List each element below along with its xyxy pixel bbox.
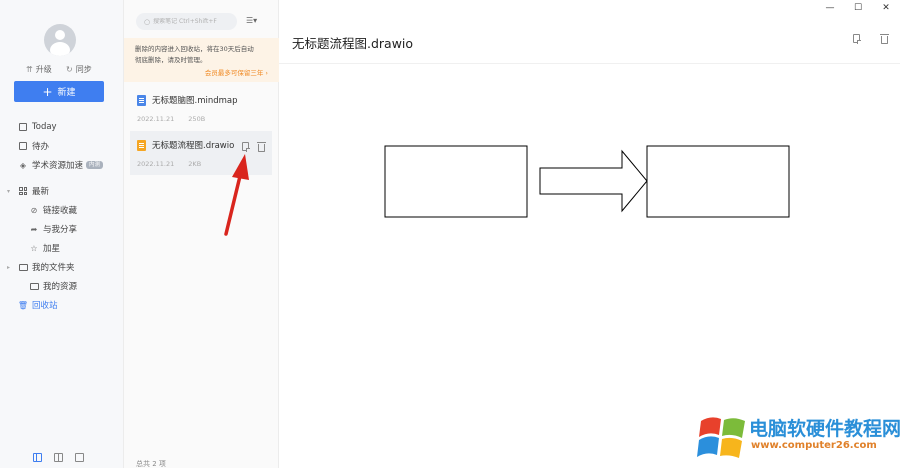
diagram-canvas[interactable]	[279, 64, 900, 468]
close-button[interactable]: ✕	[872, 0, 900, 16]
watermark-text: 电脑软硬件教程网	[749, 418, 900, 440]
sidebar-item-label: 我的资源	[43, 282, 78, 292]
window-controls: — ☐ ✕	[816, 0, 900, 16]
sidebar-item-today[interactable]: Today	[0, 119, 124, 135]
upgrade-button[interactable]: ⇈ 升级	[26, 64, 52, 75]
layout-two-column-icon[interactable]	[54, 453, 63, 462]
sidebar-item-academic[interactable]: ◈ 学术资源加速 内测	[0, 157, 124, 173]
diagram-right-box[interactable]	[646, 145, 790, 218]
sidebar-item-starred[interactable]: ☆ 加星	[0, 240, 124, 256]
sidebar-item-recycle-bin[interactable]: 🗑 回收站	[0, 297, 124, 313]
sidebar: ⇈ 升级 ↻ 同步 + 新建 Today 待办 ◈ 学术资源加速 内测 ▾ 最新…	[0, 0, 124, 468]
diagram-left-box[interactable]	[384, 145, 528, 218]
drawio-file-icon	[137, 139, 146, 151]
file-name: 无标题脑图.mindmap	[152, 96, 238, 106]
checkbox-icon	[18, 141, 28, 151]
layout-single-column-icon[interactable]	[75, 453, 84, 462]
folder-icon	[29, 281, 39, 291]
sidebar-item-shared[interactable]: ➦ 与我分享	[0, 221, 124, 237]
sidebar-item-label: 与我分享	[43, 225, 78, 235]
share-icon: ➦	[30, 224, 38, 234]
sync-button[interactable]: ↻ 同步	[66, 64, 92, 75]
sidebar-item-todo[interactable]: 待办	[0, 138, 124, 154]
sync-label: 同步	[75, 65, 92, 74]
search-icon: ○	[144, 17, 151, 26]
trash-icon: 🗑	[17, 300, 29, 310]
mindmap-file-icon	[137, 94, 146, 106]
page-title: 无标题流程图.drawio	[292, 36, 414, 51]
sidebar-item-label: 回收站	[32, 301, 58, 311]
new-button-label: 新建	[57, 88, 76, 98]
sidebar-item-label: 链接收藏	[43, 206, 78, 216]
file-date: 2022.11.21	[137, 160, 175, 168]
minimize-button[interactable]: —	[816, 0, 844, 16]
item-count: 总共 2 项	[136, 460, 166, 468]
new-button[interactable]: + 新建	[14, 81, 104, 102]
sidebar-item-label: 加星	[43, 244, 61, 254]
annotation-arrow	[224, 154, 249, 236]
sidebar-item-label: 待办	[32, 142, 50, 152]
diagram-arrow[interactable]	[539, 149, 648, 213]
windows-logo-icon	[697, 417, 745, 458]
sidebar-actions: ⇈ 升级 ↻ 同步	[0, 64, 124, 78]
file-date: 2022.11.21	[137, 115, 175, 123]
watermark: 电脑软硬件教程网 www.computer26.com	[697, 409, 900, 465]
sidebar-item-label: 我的文件夹	[32, 263, 75, 273]
upgrade-label: 升级	[35, 65, 52, 74]
document-actions	[853, 34, 889, 44]
main-content: — ☐ ✕ 无标题流程图.drawio	[279, 0, 900, 468]
file-list-panel: ○ ☰▾ 删除的内容进入回收站，将在30天后自动 彻底删除，请及时管理。 会员最…	[124, 0, 279, 468]
sidebar-item-my-resources[interactable]: 我的资源	[0, 278, 124, 294]
sidebar-item-my-folders[interactable]: ▸ 我的文件夹	[0, 259, 124, 275]
watermark-url: www.computer26.com	[751, 440, 877, 451]
layout-three-column-icon[interactable]	[33, 453, 42, 462]
app-window: ⇈ 升级 ↻ 同步 + 新建 Today 待办 ◈ 学术资源加速 内测 ▾ 最新…	[0, 0, 900, 468]
rocket-icon: ◈	[19, 160, 27, 170]
maximize-button[interactable]: ☐	[844, 0, 872, 16]
notice-text-line2: 彻底删除，请及时管理。	[135, 56, 207, 64]
delete-icon[interactable]	[257, 142, 266, 152]
list-item[interactable]: 无标题脑图.mindmap 2022.11.21 250B	[130, 86, 272, 130]
upgrade-icon: ⇈	[26, 65, 33, 74]
folder-icon	[18, 262, 28, 272]
recycle-notice: 删除的内容进入回收站，将在30天后自动 彻底删除，请及时管理。 会员最多可保留三…	[124, 38, 279, 82]
sync-icon: ↻	[66, 65, 73, 74]
sort-menu-icon[interactable]: ☰▾	[246, 16, 257, 25]
search-box[interactable]: ○	[136, 13, 237, 30]
membership-link[interactable]: 会员最多可保留三年 ›	[205, 68, 268, 79]
search-input[interactable]	[153, 18, 234, 25]
file-size: 250B	[188, 115, 206, 123]
sidebar-item-latest[interactable]: ▾ 最新	[0, 183, 124, 199]
avatar[interactable]	[44, 24, 76, 56]
sidebar-item-label: 最新	[32, 187, 50, 197]
notice-text-line1: 删除的内容进入回收站，将在30天后自动	[135, 45, 254, 53]
file-size: 2KB	[188, 160, 202, 168]
star-icon: ☆	[30, 243, 38, 253]
sidebar-item-label: 学术资源加速	[32, 161, 84, 171]
sidebar-item-label: Today	[32, 122, 57, 132]
link-icon: ⊘	[30, 205, 38, 215]
chevron-down-icon[interactable]: ▾	[7, 188, 10, 195]
restore-icon[interactable]	[853, 34, 861, 44]
layout-switcher	[33, 453, 84, 462]
calendar-icon	[18, 122, 28, 132]
grid-icon	[18, 186, 28, 196]
plus-icon: +	[42, 84, 53, 99]
sidebar-item-links[interactable]: ⊘ 链接收藏	[0, 202, 124, 218]
chevron-right-icon[interactable]: ▸	[7, 264, 10, 271]
delete-icon[interactable]	[880, 34, 889, 44]
beta-badge: 内测	[86, 161, 104, 169]
